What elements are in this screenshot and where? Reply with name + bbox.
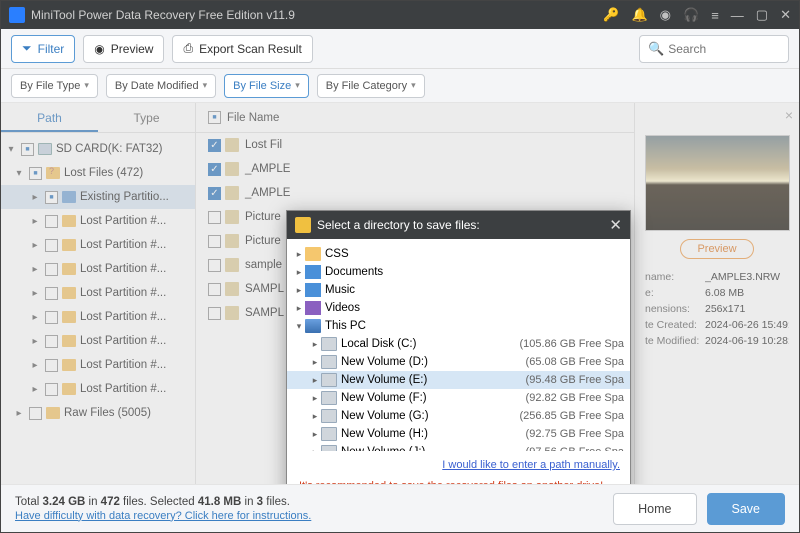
drive-free: (92.75 GB Free Spa xyxy=(526,428,624,440)
drive-free: (256.85 GB Free Spa xyxy=(519,410,624,422)
toolbar: ⏷ Filter ◉ Preview ⎙ Export Scan Result … xyxy=(1,29,799,69)
filter-button[interactable]: ⏷ Filter xyxy=(11,35,75,63)
app-title: MiniTool Power Data Recovery Free Editio… xyxy=(31,8,603,22)
titlebar: MiniTool Power Data Recovery Free Editio… xyxy=(1,1,799,29)
statusbar: Total 3.24 GB in 472 files. Selected 41.… xyxy=(1,484,799,532)
search-icon: 🔍 xyxy=(648,41,664,57)
expand-icon[interactable]: ▸ xyxy=(293,267,305,278)
expand-icon[interactable]: ▸ xyxy=(293,303,305,314)
dialog-icon xyxy=(295,217,311,233)
dir-label: Music xyxy=(325,284,624,296)
key-icon[interactable]: 🔑 xyxy=(603,7,619,23)
export-button[interactable]: ⎙ Export Scan Result xyxy=(172,35,312,63)
filter-date-modified[interactable]: By Date Modified▾ xyxy=(106,74,216,98)
expand-icon[interactable]: ▸ xyxy=(309,393,321,404)
collapse-icon[interactable]: ▾ xyxy=(293,321,305,332)
chevron-down-icon: ▾ xyxy=(295,80,300,91)
directory-tree: ▸ CSS ▸ Documents ▸ Music ▸ Videos ▾ This PC ▸ Loca… xyxy=(287,239,630,451)
folder-icon xyxy=(305,301,321,315)
headphones-icon[interactable]: 🎧 xyxy=(683,7,699,23)
dir-this-pc[interactable]: ▾ This PC xyxy=(287,317,630,335)
bell-icon[interactable]: 🔔 xyxy=(631,7,647,23)
filter-label: Filter xyxy=(38,42,65,56)
dir-item[interactable]: ▸ Videos xyxy=(287,299,630,317)
drive-icon xyxy=(321,355,337,369)
drive-free: (92.82 GB Free Spa xyxy=(526,392,624,404)
dir-item[interactable]: ▸ Documents xyxy=(287,263,630,281)
dir-label: CSS xyxy=(325,248,624,260)
expand-icon[interactable]: ▸ xyxy=(309,429,321,440)
expand-icon[interactable]: ▸ xyxy=(309,357,321,368)
drive-item[interactable]: ▸ New Volume (F:)(92.82 GB Free Spa xyxy=(287,389,630,407)
dir-label: This PC xyxy=(325,320,624,332)
drive-icon xyxy=(321,373,337,387)
drive-label: New Volume (D:) xyxy=(341,356,526,368)
content-area: Path Type ▾SD CARD(K: FAT32) ▾Lost Files… xyxy=(1,103,799,484)
menu-icon[interactable]: ≡ xyxy=(711,8,719,23)
disc-icon[interactable]: ◉ xyxy=(660,7,671,23)
warning-text: It's recommended to save the recovered f… xyxy=(287,477,630,484)
save-button[interactable]: Save xyxy=(707,493,786,525)
folder-icon xyxy=(305,247,321,261)
expand-icon[interactable]: ▸ xyxy=(293,249,305,260)
filter-file-type[interactable]: By File Type▾ xyxy=(11,74,98,98)
dialog-title: Select a directory to save files: xyxy=(317,218,480,232)
drive-icon xyxy=(321,391,337,405)
eye-icon: ◉ xyxy=(94,42,104,56)
dir-label: Documents xyxy=(325,266,624,278)
export-icon: ⎙ xyxy=(183,41,193,56)
drive-label: New Volume (E:) xyxy=(341,374,526,386)
folder-icon xyxy=(305,283,321,297)
minimize-icon[interactable]: — xyxy=(731,8,744,23)
expand-icon[interactable]: ▸ xyxy=(309,411,321,422)
drive-item[interactable]: ▸ New Volume (D:)(65.08 GB Free Spa xyxy=(287,353,630,371)
app-icon xyxy=(9,7,25,23)
drive-icon xyxy=(321,409,337,423)
filter-file-size[interactable]: By File Size▾ xyxy=(224,74,309,98)
drive-label: New Volume (G:) xyxy=(341,410,519,422)
export-label: Export Scan Result xyxy=(199,42,302,56)
drive-icon xyxy=(321,427,337,441)
app-window: MiniTool Power Data Recovery Free Editio… xyxy=(0,0,800,533)
chevron-down-icon: ▾ xyxy=(411,80,416,91)
preview-label: Preview xyxy=(111,42,154,56)
help-link[interactable]: Have difficulty with data recovery? Clic… xyxy=(15,510,603,522)
home-button[interactable]: Home xyxy=(613,493,696,525)
expand-icon[interactable]: ▸ xyxy=(309,339,321,350)
drive-icon xyxy=(321,337,337,351)
manual-path-link[interactable]: I would like to enter a path manually. xyxy=(442,459,620,471)
drive-item[interactable]: ▸ New Volume (H:)(92.75 GB Free Spa xyxy=(287,425,630,443)
drive-free: (105.86 GB Free Spa xyxy=(519,338,624,350)
preview-button[interactable]: ◉ Preview xyxy=(83,35,164,63)
dir-item[interactable]: ▸ Music xyxy=(287,281,630,299)
filter-file-category[interactable]: By File Category▾ xyxy=(317,74,425,98)
drive-item[interactable]: ▸ New Volume (G:)(256.85 GB Free Spa xyxy=(287,407,630,425)
drive-label: New Volume (F:) xyxy=(341,392,526,404)
chevron-down-icon: ▾ xyxy=(203,80,208,91)
maximize-icon[interactable]: ▢ xyxy=(756,7,768,23)
drive-label: Local Disk (C:) xyxy=(341,338,519,350)
funnel-icon: ⏷ xyxy=(22,41,32,56)
filter-row: By File Type▾ By Date Modified▾ By File … xyxy=(1,69,799,103)
expand-icon[interactable]: ▸ xyxy=(293,285,305,296)
dialog-close-icon[interactable]: ✕ xyxy=(609,216,622,234)
dir-label: Videos xyxy=(325,302,624,314)
dialog-titlebar: Select a directory to save files: ✕ xyxy=(287,211,630,239)
dir-item[interactable]: ▸ CSS xyxy=(287,245,630,263)
chevron-down-icon: ▾ xyxy=(84,80,89,91)
status-text: Total 3.24 GB in 472 files. Selected 41.… xyxy=(15,496,290,508)
drive-item[interactable]: ▸New Volume (J:)(97.56 GB Free Spa xyxy=(287,443,630,451)
drive-label: New Volume (H:) xyxy=(341,428,526,440)
drive-item[interactable]: ▸ Local Disk (C:)(105.86 GB Free Spa xyxy=(287,335,630,353)
search-input[interactable] xyxy=(668,42,780,56)
expand-icon[interactable]: ▸ xyxy=(309,375,321,386)
pc-icon xyxy=(305,319,321,333)
close-icon[interactable]: ✕ xyxy=(780,7,791,23)
folder-icon xyxy=(305,265,321,279)
drive-free: (65.08 GB Free Spa xyxy=(526,356,624,368)
drive-item[interactable]: ▸ New Volume (E:)(95.48 GB Free Spa xyxy=(287,371,630,389)
drive-free: (95.48 GB Free Spa xyxy=(526,374,624,386)
save-directory-dialog: Select a directory to save files: ✕ ▸ CSS… xyxy=(286,210,631,484)
search-box[interactable]: 🔍 xyxy=(639,35,789,63)
